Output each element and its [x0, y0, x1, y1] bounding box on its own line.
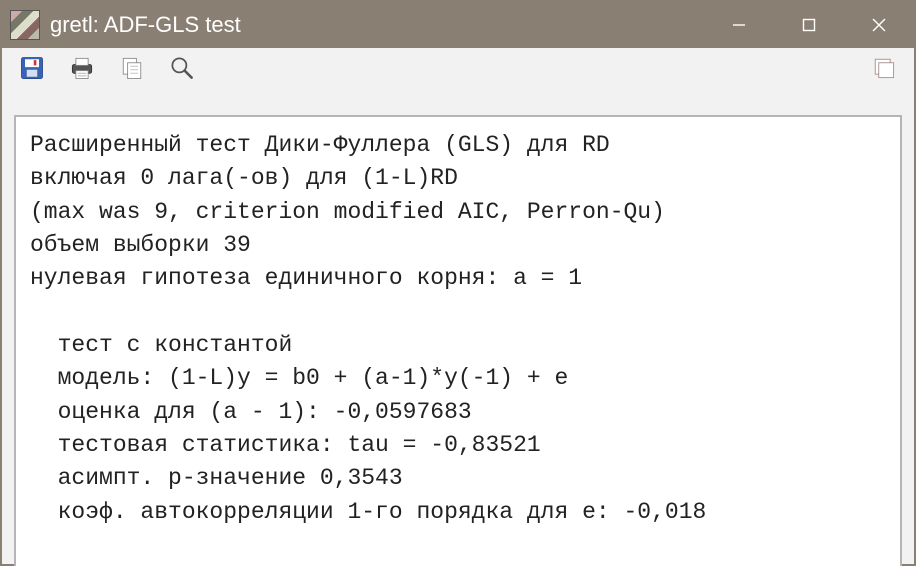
maximize-icon	[802, 18, 816, 32]
copy-button[interactable]	[112, 48, 152, 88]
output-text[interactable]: Расширенный тест Дики-Фуллера (GLS) для …	[14, 115, 902, 566]
windows-button[interactable]	[864, 48, 904, 88]
window-title: gretl: ADF-GLS test	[50, 12, 241, 38]
app-icon	[10, 10, 40, 40]
print-button[interactable]	[62, 48, 102, 88]
minimize-icon	[731, 17, 747, 33]
close-button[interactable]	[844, 2, 914, 48]
copy-icon	[118, 54, 146, 82]
stack-icon	[870, 54, 898, 82]
content-area: Расширенный тест Дики-Фуллера (GLS) для …	[2, 88, 914, 566]
magnifier-icon	[168, 54, 196, 82]
printer-icon	[68, 54, 96, 82]
search-button[interactable]	[162, 48, 202, 88]
minimize-button[interactable]	[704, 2, 774, 48]
app-window: gretl: ADF-GLS test	[0, 0, 916, 566]
close-icon	[871, 17, 887, 33]
titlebar: gretl: ADF-GLS test	[2, 2, 914, 48]
toolbar	[2, 48, 914, 88]
floppy-icon	[18, 54, 46, 82]
save-button[interactable]	[12, 48, 52, 88]
maximize-button[interactable]	[774, 2, 844, 48]
